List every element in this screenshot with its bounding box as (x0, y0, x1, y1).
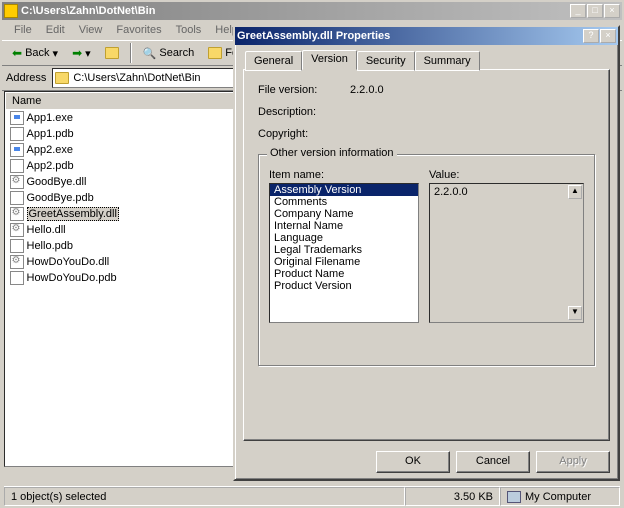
dialog-title: GreetAssembly.dll Properties (237, 30, 583, 42)
properties-dialog: GreetAssembly.dll Properties ? × General… (233, 25, 620, 481)
value-text: 2.2.0.0 (434, 186, 468, 198)
file-name: App2.exe (27, 144, 73, 156)
status-location: My Computer (500, 487, 620, 506)
pdb-icon (10, 239, 24, 253)
other-version-group: Other version information Item name: Ass… (258, 154, 595, 366)
tab-strip: General Version Security Summary (245, 50, 610, 70)
file-name: GoodBye.pdb (27, 192, 94, 204)
description-label: Description: (258, 106, 350, 118)
up-button[interactable] (99, 44, 125, 62)
list-item[interactable]: Internal Name (270, 220, 418, 232)
menu-view[interactable]: View (73, 22, 109, 38)
cancel-button[interactable]: Cancel (456, 451, 530, 473)
list-item[interactable]: Product Version (270, 280, 418, 292)
folder-up-icon (105, 47, 119, 59)
dialog-buttons: OK Cancel Apply (243, 451, 610, 473)
list-item[interactable]: Company Name (270, 208, 418, 220)
search-label: Search (159, 47, 194, 59)
pdb-icon (10, 271, 24, 285)
address-label: Address (6, 72, 46, 84)
tab-general[interactable]: General (245, 51, 302, 71)
file-name: HowDoYouDo.pdb (27, 272, 117, 284)
scroll-up-icon[interactable]: ▲ (568, 185, 582, 199)
forward-button[interactable]: ➡ ▾ (66, 43, 97, 63)
separator (130, 43, 132, 63)
explorer-title: C:\Users\Zahn\DotNet\Bin (21, 5, 570, 17)
file-version-value: 2.2.0.0 (350, 84, 384, 96)
menu-file[interactable]: File (8, 22, 38, 38)
dll-icon (10, 223, 24, 237)
dialog-help-button[interactable]: ? (583, 29, 599, 43)
tab-security[interactable]: Security (357, 51, 415, 71)
list-item[interactable]: Language (270, 232, 418, 244)
status-selection: 1 object(s) selected (4, 487, 405, 506)
file-name: Hello.dll (27, 224, 66, 236)
tab-version[interactable]: Version (302, 50, 357, 70)
item-name-label: Item name: (269, 169, 419, 181)
pdb-icon (10, 159, 24, 173)
list-item[interactable]: Legal Trademarks (270, 244, 418, 256)
file-name: App1.pdb (27, 128, 74, 140)
dropdown-icon: ▾ (53, 47, 59, 60)
arrow-right-icon: ➡ (72, 46, 82, 60)
menu-tools[interactable]: Tools (170, 22, 208, 38)
tab-summary[interactable]: Summary (415, 51, 480, 71)
minimize-button[interactable]: _ (570, 4, 586, 18)
file-name: App2.pdb (27, 160, 74, 172)
dialog-close-button[interactable]: × (600, 29, 616, 43)
file-name: GoodBye.dll (27, 176, 87, 188)
list-item[interactable]: Comments (270, 196, 418, 208)
dll-icon (10, 175, 24, 189)
tab-page-version: File version: 2.2.0.0 Description: Copyr… (243, 69, 610, 441)
apply-button[interactable]: Apply (536, 451, 610, 473)
group-legend: Other version information (267, 147, 397, 159)
dropdown-icon: ▾ (85, 47, 91, 60)
search-icon: 🔍 (143, 47, 157, 60)
menu-edit[interactable]: Edit (40, 22, 71, 38)
menu-favorites[interactable]: Favorites (110, 22, 167, 38)
dialog-titlebar[interactable]: GreetAssembly.dll Properties ? × (235, 27, 618, 45)
folder-icon (4, 4, 18, 18)
file-version-label: File version: (258, 84, 350, 96)
explorer-titlebar[interactable]: C:\Users\Zahn\DotNet\Bin _ □ × (2, 2, 622, 20)
computer-icon (507, 491, 521, 503)
value-box: 2.2.0.0 ▲ ▼ (429, 183, 584, 323)
copyright-label: Copyright: (258, 128, 350, 140)
address-value: C:\Users\Zahn\DotNet\Bin (73, 72, 200, 84)
maximize-button[interactable]: □ (587, 4, 603, 18)
dll-icon (10, 255, 24, 269)
pdb-icon (10, 127, 24, 141)
arrow-left-icon: ⬅ (12, 46, 22, 60)
close-button[interactable]: × (604, 4, 620, 18)
folder-icon (55, 72, 69, 84)
folders-icon (208, 47, 222, 59)
exe-icon (10, 111, 24, 125)
file-name: HowDoYouDo.dll (27, 256, 110, 268)
statusbar: 1 object(s) selected 3.50 KB My Computer (4, 486, 620, 506)
search-button[interactable]: 🔍 Search (137, 44, 201, 63)
back-label: Back (25, 47, 49, 59)
list-item[interactable]: Assembly Version (270, 184, 418, 196)
pdb-icon (10, 191, 24, 205)
back-button[interactable]: ⬅ Back ▾ (6, 43, 64, 63)
scroll-down-icon[interactable]: ▼ (568, 306, 582, 320)
file-name: App1.exe (27, 112, 73, 124)
scrollbar[interactable]: ▲ ▼ (567, 184, 583, 322)
list-item[interactable]: Original Filename (270, 256, 418, 268)
list-item[interactable]: Product Name (270, 268, 418, 280)
ok-button[interactable]: OK (376, 451, 450, 473)
exe-icon (10, 143, 24, 157)
dll-icon (10, 207, 24, 221)
file-name: Hello.pdb (27, 240, 73, 252)
status-size: 3.50 KB (405, 487, 500, 506)
value-label: Value: (429, 169, 584, 181)
item-name-listbox[interactable]: Assembly VersionCommentsCompany NameInte… (269, 183, 419, 323)
file-name: GreetAssembly.dll (27, 207, 119, 221)
